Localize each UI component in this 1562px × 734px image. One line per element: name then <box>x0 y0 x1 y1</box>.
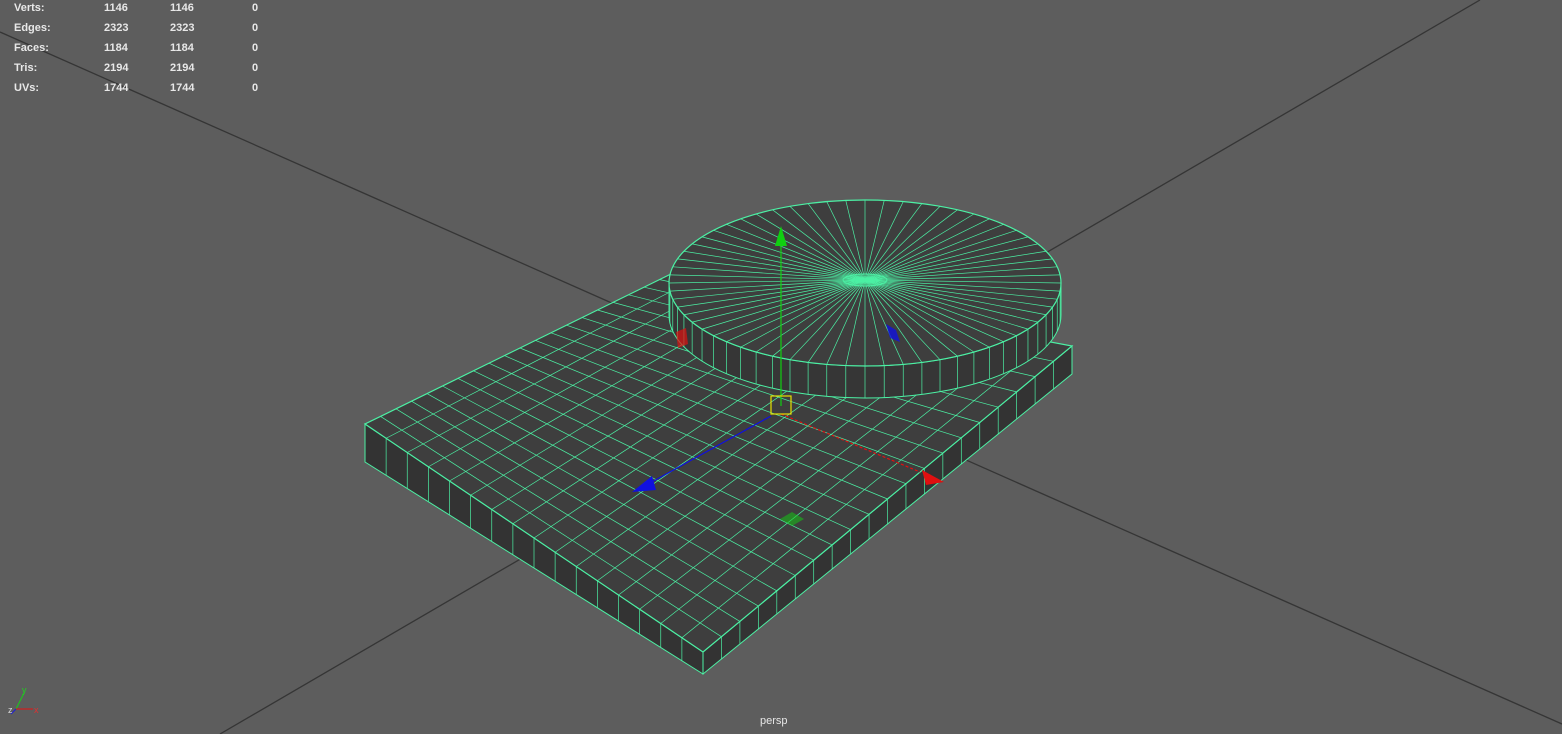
hud-total: 1146 <box>104 2 128 14</box>
axis-y-label: y <box>22 685 27 695</box>
axis-x-label: x <box>34 705 39 715</box>
hud-extra: 0 <box>252 2 259 14</box>
hud-total: 2194 <box>104 62 129 74</box>
hud-selected: 1184 <box>170 42 194 54</box>
hud-row-tris: Tris: 2194 2194 0 <box>14 58 274 78</box>
hud-label: Faces: <box>14 42 49 54</box>
poly-count-hud: Verts: 1146 1146 0 Edges: 2323 2323 0 Fa… <box>14 0 274 98</box>
hud-row-verts: Verts: 1146 1146 0 <box>14 0 274 18</box>
hud-row-faces: Faces: 1184 1184 0 <box>14 38 274 58</box>
hud-total: 1744 <box>104 82 129 94</box>
hud-selected: 1146 <box>170 2 194 14</box>
camera-name-label: persp <box>760 715 788 727</box>
hud-extra: 0 <box>252 62 259 74</box>
viewport-persp[interactable]: Verts: 1146 1146 0 Edges: 2323 2323 0 Fa… <box>0 0 1562 734</box>
hud-extra: 0 <box>252 42 259 54</box>
mesh-object[interactable] <box>363 199 1074 676</box>
hud-total: 2323 <box>104 22 129 34</box>
hud-label: UVs: <box>14 82 40 94</box>
hud-row-uvs: UVs: 1744 1744 0 <box>14 78 274 98</box>
axis-y-line <box>15 692 25 710</box>
viewport-scene[interactable] <box>0 0 1562 734</box>
axis-z-label: z <box>8 705 13 715</box>
hud-selected: 2194 <box>170 62 195 74</box>
hud-label: Tris: <box>14 62 38 74</box>
axis-orientation-icon: y x z <box>8 685 39 715</box>
hud-selected: 2323 <box>170 22 195 34</box>
hud-extra: 0 <box>252 22 259 34</box>
hud-selected: 1744 <box>170 82 195 94</box>
hud-label: Verts: <box>14 2 45 14</box>
hud-label: Edges: <box>14 22 51 34</box>
hud-extra: 0 <box>252 82 259 94</box>
hud-total: 1184 <box>104 42 128 54</box>
hud-row-edges: Edges: 2323 2323 0 <box>14 18 274 38</box>
